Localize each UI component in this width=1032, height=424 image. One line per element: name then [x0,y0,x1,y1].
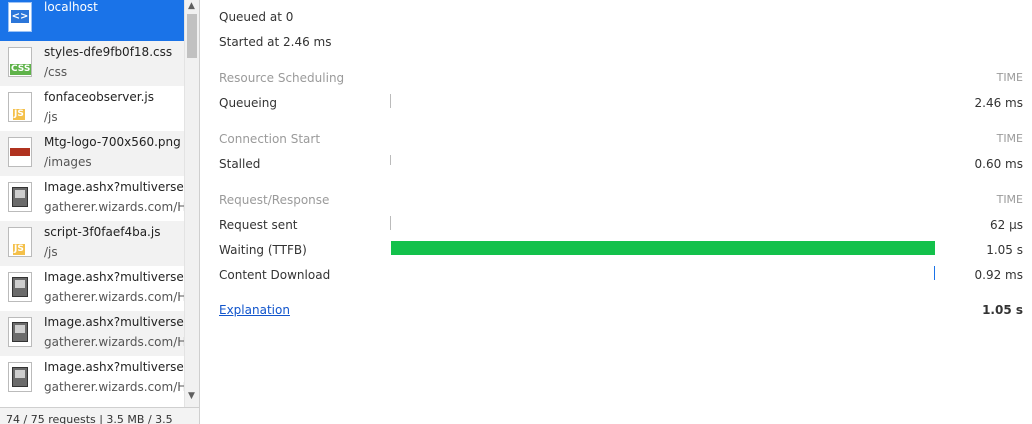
request-name: Image.ashx?multiverseic [44,360,184,374]
queued-at-text: Queued at 0 [219,10,294,24]
timing-value-waiting-ttfb: 1.05 s [986,243,1023,257]
card-thumbnail-icon [8,272,32,302]
scrollbar-thumb[interactable] [187,14,197,58]
card-thumbnail-icon [8,362,32,392]
waiting-ttfb-bar [391,241,935,255]
request-path: gatherer.wizards.com/H [44,380,184,394]
request-path: /js [44,245,58,259]
timing-label-queueing: Queueing [219,96,277,110]
request-name: Image.ashx?multiverseic [44,180,184,194]
request-path: /js [44,110,58,124]
card-thumbnail-icon [8,182,32,212]
timing-panel: Queued at 0 Started at 2.46 ms Resource … [200,0,1032,424]
request-item[interactable]: Image.ashx?multiverseic gatherer.wizards.… [0,356,184,401]
stalled-bar [390,155,391,165]
timing-value-content-download: 0.92 ms [974,268,1023,282]
time-column-header: TIME [996,193,1023,206]
started-at-text: Started at 2.46 ms [219,35,332,49]
request-path: /css [44,65,68,79]
timing-label-waiting-ttfb: Waiting (TTFB) [219,243,307,257]
timing-label-stalled: Stalled [219,157,261,171]
card-thumbnail-icon [8,317,32,347]
request-list: <> localhost CSS styles-dfe9fb0f18.css/css J… [0,0,200,424]
section-title-connection-start: Connection Start [219,132,321,146]
request-name: Image.ashx?multiverseic [44,315,184,329]
request-name: styles-dfe9fb0f18.css [44,45,173,59]
request-item[interactable]: JS script-3f0faef4ba.js/js [0,221,184,266]
time-column-header: TIME [996,132,1023,145]
request-path: gatherer.wizards.com/H [44,200,184,214]
request-item[interactable]: Image.ashx?multiverseic gatherer.wizards.… [0,266,184,311]
explanation-link[interactable]: Explanation [219,303,290,317]
html-document-icon: <> [8,2,32,32]
request-sent-bar [390,216,391,230]
timing-label-request-sent: Request sent [219,218,298,232]
request-item[interactable]: Mtg-logo-700x560.png/images [0,131,184,176]
request-item[interactable]: CSS styles-dfe9fb0f18.css/css [0,41,184,86]
request-path: /images [44,155,92,169]
request-name: localhost [44,0,98,14]
request-name: Image.ashx?multiverseic [44,270,184,284]
request-path: gatherer.wizards.com/H [44,335,184,349]
js-file-icon: JS [8,227,32,257]
request-item[interactable]: Image.ashx?multiverseic gatherer.wizards.… [0,176,184,221]
section-title-resource-scheduling: Resource Scheduling [219,71,345,85]
queueing-bar [390,94,391,108]
timing-label-content-download: Content Download [219,268,331,282]
request-item[interactable]: Image.ashx?multiverseic gatherer.wizards.… [0,311,184,356]
request-name: script-3f0faef4ba.js [44,225,161,239]
time-column-header: TIME [996,71,1023,84]
js-file-icon: JS [8,92,32,122]
request-name: fonfaceobserver.js [44,90,154,104]
section-title-request-response: Request/Response [219,193,330,207]
status-bar: 74 / 75 requests | 3.5 MB / 3.5 [0,407,199,424]
total-time: 1.05 s [982,303,1023,317]
css-file-icon: CSS [8,47,32,77]
request-path: gatherer.wizards.com/H [44,290,184,304]
scroll-down-arrow-icon[interactable]: ▼ [188,391,195,401]
timing-value-request-sent: 62 µs [990,218,1023,232]
timing-value-stalled: 0.60 ms [974,157,1023,171]
scroll-up-arrow-icon[interactable]: ▲ [188,1,195,11]
timing-value-queueing: 2.46 ms [974,96,1023,110]
request-item[interactable]: <> localhost [0,0,184,41]
request-list-scrollbar[interactable]: ▲ ▼ [184,0,199,407]
content-download-bar [934,266,935,280]
request-item[interactable]: JS fonfaceobserver.js/js [0,86,184,131]
request-name: Mtg-logo-700x560.png [44,135,181,149]
image-thumbnail-icon [8,137,32,167]
